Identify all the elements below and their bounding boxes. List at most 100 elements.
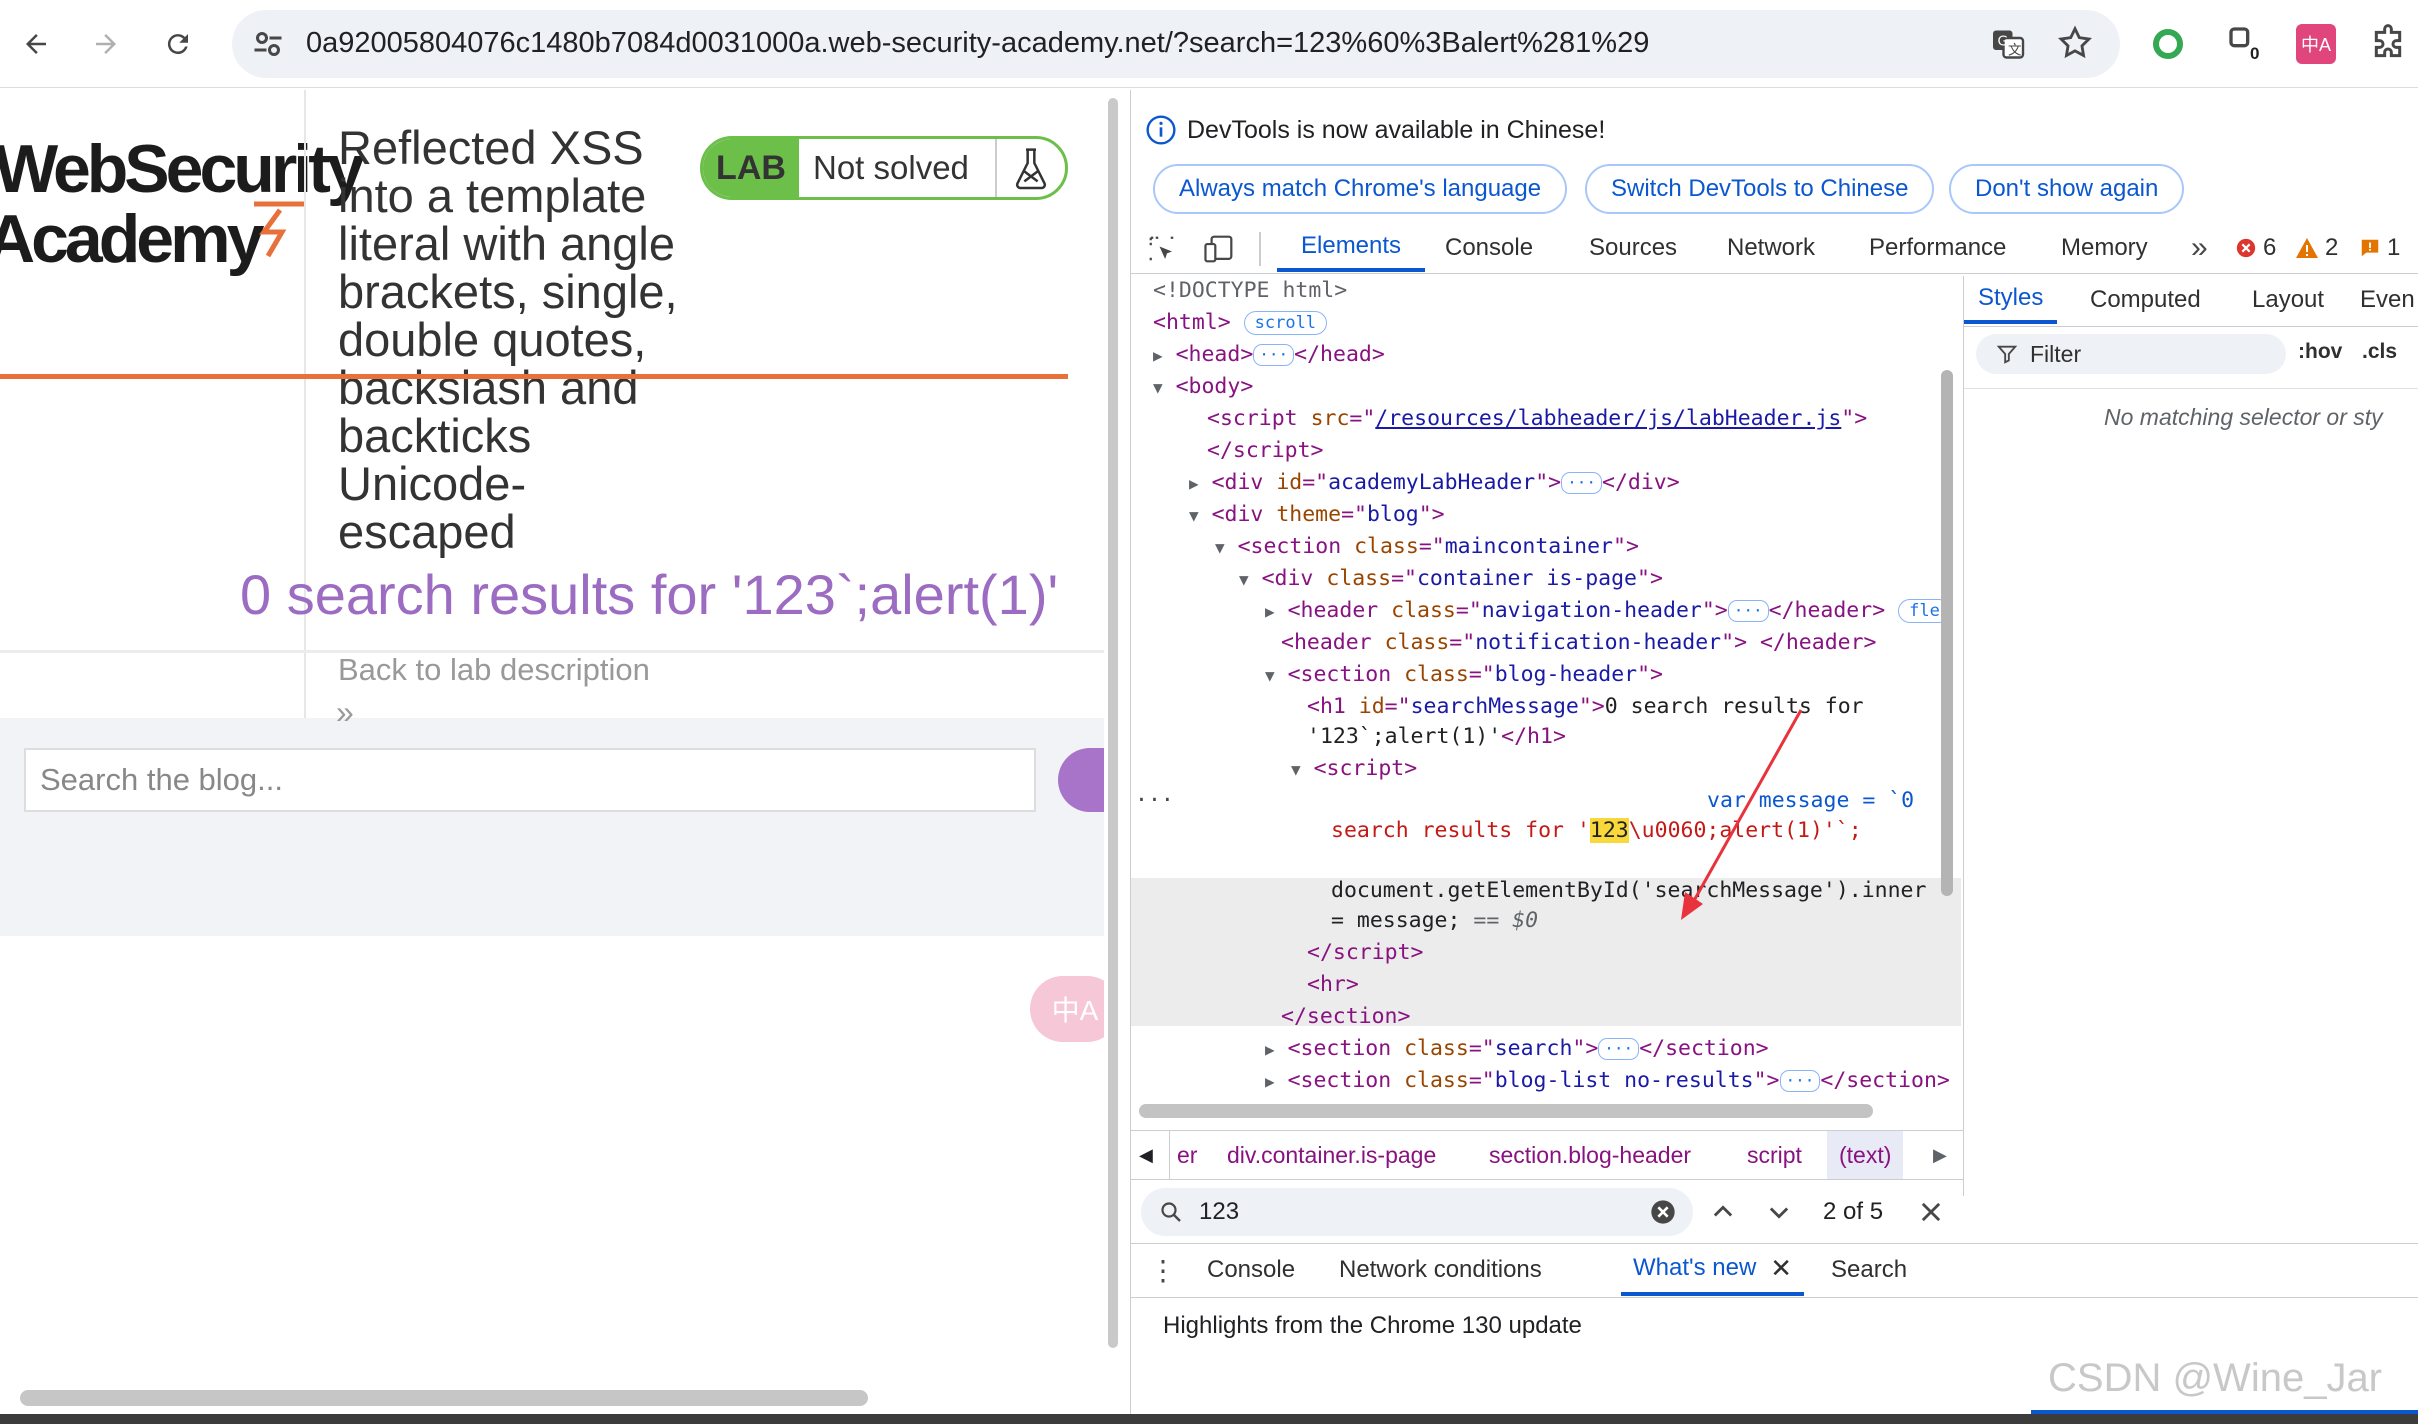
drawer-tab-search[interactable]: Search <box>1831 1244 1907 1296</box>
page-vertical-scroll-thumb[interactable] <box>1108 98 1118 1348</box>
filter-icon <box>1996 345 2018 364</box>
extensions-puzzle-icon[interactable] <box>2368 24 2408 69</box>
breadcrumb-item[interactable]: er <box>1177 1131 1197 1179</box>
dom-section-close[interactable]: </section> <box>1281 1002 1410 1032</box>
close-tab-icon[interactable]: ✕ <box>1770 1253 1792 1284</box>
dom-section-maincontainer[interactable]: ▼ <section class="maincontainer"> <box>1215 532 1639 563</box>
tab-performance[interactable]: Performance <box>1869 224 2006 272</box>
dom-script-inline-close[interactable]: </script> <box>1307 938 1424 968</box>
bookmark-star-icon[interactable] <box>2056 24 2094 67</box>
back-arrow-icon[interactable] <box>14 22 58 66</box>
warning-icon <box>2296 238 2318 258</box>
double-chevron-icon[interactable]: » <box>336 694 354 731</box>
more-tabs-chevron-icon[interactable]: » <box>2191 224 2208 272</box>
extension-green-ring-icon[interactable] <box>2150 26 2186 67</box>
dom-div-academy-lab-header[interactable]: ▶ <div id="academyLabHeader"> ··· </div> <box>1189 468 1680 499</box>
dom-tree-horizontal-scrollbar[interactable] <box>1139 1104 1873 1118</box>
tab-console[interactable]: Console <box>1445 224 1533 272</box>
dom-section-blog-list[interactable]: ▶ <section class="blog-list no-results">… <box>1265 1066 1950 1097</box>
js-line-get-element[interactable]: document.getElementById('searchMessage')… <box>1331 876 1926 906</box>
styles-filter-input[interactable]: Filter <box>1976 334 2286 374</box>
node-actions-ellipsis[interactable]: ··· <box>1135 786 1174 816</box>
styles-sidebar: Styles Computed Layout Even Filter :hov … <box>1963 276 2418 1196</box>
whats-new-headline: Highlights from the Chrome 130 update <box>1163 1312 1582 1339</box>
dom-script-inline[interactable]: ▼ <script> <box>1291 754 1417 785</box>
breadcrumb-right-arrow-icon[interactable]: ▶ <box>1933 1131 1947 1179</box>
drawer-menu-kebab-icon[interactable]: ⋮ <box>1149 1244 1177 1296</box>
js-line-assign[interactable]: = message; == $0 <box>1331 906 1538 936</box>
tab-network[interactable]: Network <box>1727 224 1815 272</box>
dom-tree-vertical-scrollbar[interactable] <box>1941 370 1953 896</box>
blog-search-input[interactable] <box>24 748 1036 812</box>
extension-badge: 0 <box>2250 44 2260 63</box>
address-bar[interactable]: 0a92005804076c1480b7084d0031000a.web-sec… <box>232 10 2120 78</box>
tab-memory[interactable]: Memory <box>2061 224 2148 272</box>
dom-script-labheader[interactable]: <script src="/resources/labheader/js/lab… <box>1207 404 1867 434</box>
translator-extension-icon[interactable]: 中A <box>2296 24 2336 64</box>
inspect-element-icon[interactable] <box>1147 234 1177 269</box>
cls-toggle[interactable]: .cls <box>2362 340 2397 364</box>
info-icon <box>1145 114 1177 153</box>
drawer-tab-console[interactable]: Console <box>1207 1244 1295 1296</box>
breadcrumb-item[interactable]: script <box>1747 1131 1802 1179</box>
breadcrumb-item-selected[interactable]: (text) <box>1827 1131 1904 1179</box>
always-match-language-button[interactable]: Always match Chrome's language <box>1153 164 1568 214</box>
annotation-arrow-icon <box>1681 709 1803 920</box>
dom-header-navigation[interactable]: ▶ <header class="navigation-header"> ··· <… <box>1265 596 1951 627</box>
dont-show-again-button[interactable]: Don't show again <box>1949 164 2185 214</box>
device-toolbar-icon[interactable] <box>1203 234 1235 269</box>
svg-text:文: 文 <box>2008 43 2022 59</box>
tab-elements[interactable]: Elements <box>1277 224 1426 272</box>
dom-h1-text-cont[interactable]: '123`;alert(1)'</h1> <box>1307 722 1566 752</box>
tab-styles[interactable]: Styles <box>1964 276 2058 324</box>
search-message: 0 search results for '123`;alert(1)' <box>240 563 1059 626</box>
dom-div-container[interactable]: ▼ <div class="container is-page"> <box>1239 564 1663 595</box>
breadcrumb-item[interactable]: section.blog-header <box>1489 1131 1691 1179</box>
dom-section-search[interactable]: ▶ <section class="search"> ··· </section> <box>1265 1034 1769 1065</box>
tab-event-listeners[interactable]: Even <box>2360 276 2415 324</box>
dom-div-theme-blog[interactable]: ▼ <div theme="blog"> <box>1189 500 1445 531</box>
tab-computed[interactable]: Computed <box>2090 276 2201 324</box>
scroll-badge[interactable]: scroll <box>1243 311 1328 335</box>
error-counter[interactable]: 6 <box>2235 224 2276 272</box>
switch-devtools-chinese-button[interactable]: Switch DevTools to Chinese <box>1585 164 1935 214</box>
info-text: DevTools is now available in Chinese! <box>1187 116 1606 144</box>
page-horizontal-scrollbar[interactable] <box>20 1390 868 1406</box>
translate-floating-button[interactable]: 中A <box>1030 976 1104 1042</box>
find-next-icon[interactable] <box>1765 1198 1793 1231</box>
translate-page-icon[interactable]: G文 <box>1990 26 2026 67</box>
academy-logo-line1[interactable]: WebSecurity <box>0 130 365 208</box>
dom-head[interactable]: ▶ <head> ··· </head> <box>1153 340 1385 371</box>
drawer-tab-network-conditions[interactable]: Network conditions <box>1339 1244 1542 1296</box>
dom-doctype[interactable]: <!DOCTYPE html> <box>1153 276 1347 306</box>
breadcrumb-left-arrow-icon[interactable]: ◀ <box>1139 1131 1153 1179</box>
dom-html[interactable]: <html> scroll <box>1153 308 1328 338</box>
extension-counter-icon[interactable]: 0 <box>2226 24 2266 69</box>
reload-icon[interactable] <box>156 22 200 66</box>
window-bottom-edge <box>0 1414 2418 1424</box>
tab-layout[interactable]: Layout <box>2252 276 2324 324</box>
breadcrumb-item[interactable]: div.container.is-page <box>1227 1131 1436 1179</box>
issues-counter[interactable]: 1 <box>2359 224 2400 272</box>
site-settings-icon[interactable] <box>250 26 286 67</box>
styles-divider <box>1964 388 2418 389</box>
drawer-tab-whats-new[interactable]: What's new ✕ <box>1621 1244 1805 1296</box>
error-icon <box>2236 238 2256 258</box>
tab-divider <box>1259 232 1261 266</box>
dom-hr[interactable]: <hr> <box>1307 970 1359 1000</box>
close-find-icon[interactable] <box>1917 1198 1945 1231</box>
dom-header-notification[interactable]: <header class="notification-header"> </h… <box>1281 628 1876 658</box>
academy-logo-line2[interactable]: Academy <box>0 200 264 278</box>
lab-title: Reflected XSS into a template literal wi… <box>338 121 678 558</box>
dom-script-close[interactable]: </script> <box>1207 436 1324 466</box>
find-input[interactable]: 123 <box>1141 1188 1693 1236</box>
url-text[interactable]: 0a92005804076c1480b7084d0031000a.web-sec… <box>306 27 1649 60</box>
hov-toggle[interactable]: :hov <box>2298 340 2342 364</box>
back-to-lab-link[interactable]: Back to lab description <box>338 652 650 688</box>
find-previous-icon[interactable] <box>1709 1198 1737 1231</box>
warning-counter[interactable]: 2 <box>2295 224 2338 272</box>
forward-arrow-icon[interactable] <box>84 22 128 66</box>
dom-body[interactable]: ▼ <body> <box>1153 372 1253 403</box>
dom-section-blog-header[interactable]: ▼ <section class="blog-header"> <box>1265 660 1663 691</box>
tab-sources[interactable]: Sources <box>1589 224 1677 272</box>
